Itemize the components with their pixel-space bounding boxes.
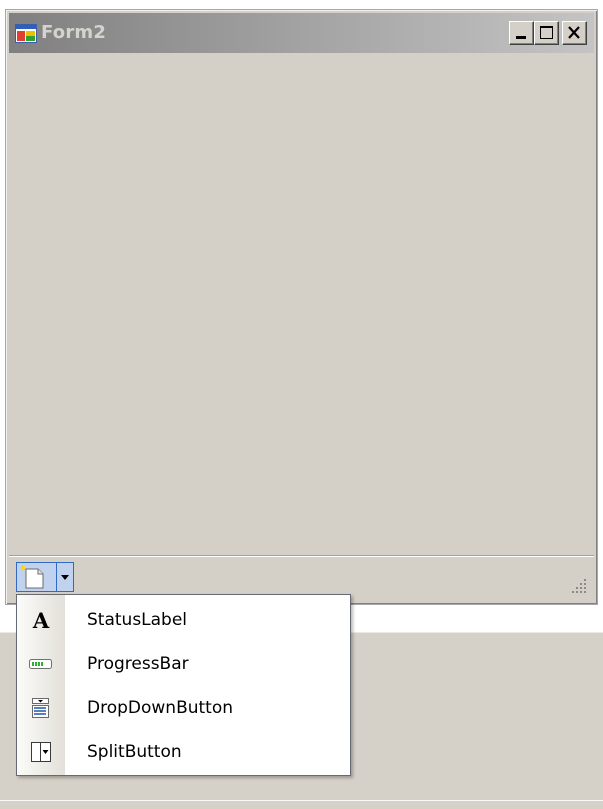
split-button-icon <box>29 741 53 763</box>
form-client-area[interactable] <box>9 54 594 601</box>
form-window[interactable]: Form2 <box>5 9 598 605</box>
menu-item-label: SplitButton <box>87 742 182 762</box>
progress-bar-icon <box>29 653 53 675</box>
add-item-dropdown-menu: A StatusLabel ProgressBar DropDownButton… <box>16 594 351 776</box>
surface-edge <box>0 800 603 801</box>
add-item-split-button[interactable] <box>16 562 74 592</box>
maximize-icon <box>540 26 553 39</box>
close-button[interactable] <box>562 21 587 45</box>
window-title: Form2 <box>41 22 107 43</box>
status-label-icon: A <box>32 607 50 633</box>
menu-item-label: DropDownButton <box>87 698 234 718</box>
title-bar[interactable]: Form2 <box>9 13 594 53</box>
maximize-button[interactable] <box>534 21 559 45</box>
app-icon <box>15 24 37 43</box>
close-icon <box>568 26 580 39</box>
add-item-icon[interactable] <box>18 564 56 590</box>
menu-item-label: ProgressBar <box>87 654 189 674</box>
dropdown-arrow-icon[interactable] <box>57 564 73 590</box>
dropdown-button-icon <box>29 697 53 719</box>
minimize-button[interactable] <box>509 21 534 45</box>
menu-item-split-button[interactable]: SplitButton <box>17 730 350 774</box>
minimize-icon <box>516 36 526 39</box>
menu-item-status-label[interactable]: A StatusLabel <box>17 598 350 642</box>
size-grip-icon[interactable] <box>570 577 588 595</box>
menu-item-progress-bar[interactable]: ProgressBar <box>17 642 350 686</box>
menu-item-label: StatusLabel <box>87 610 188 630</box>
menu-item-dropdown-button[interactable]: DropDownButton <box>17 686 350 730</box>
